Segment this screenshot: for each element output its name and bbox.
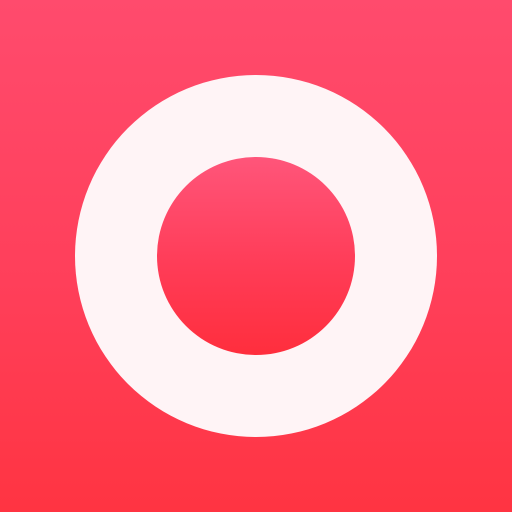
record-dot [157, 157, 355, 355]
record-icon: record-icon [0, 0, 1, 1]
app-icon[interactable]: record-icon [0, 0, 512, 512]
